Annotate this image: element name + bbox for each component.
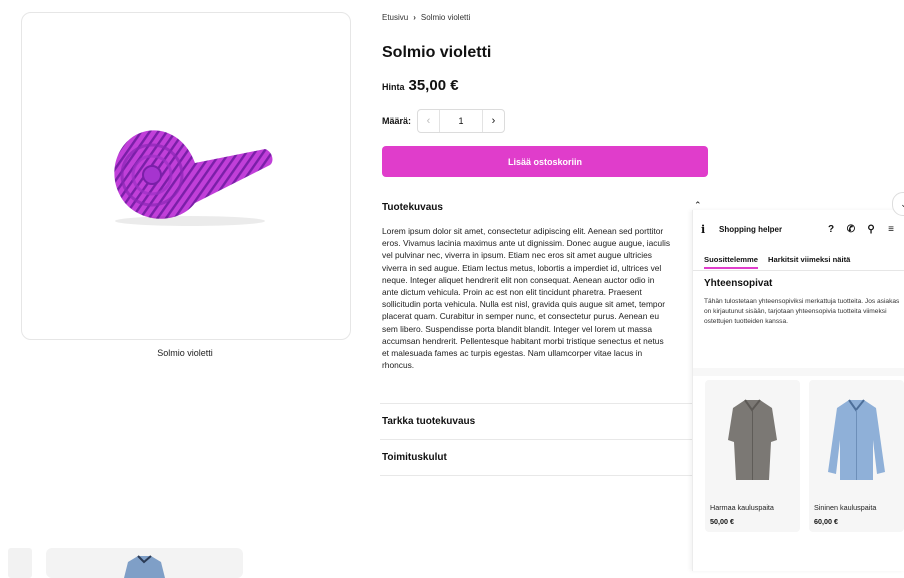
- description-line: Lorem ipsum dolor sit amet, consectetur …: [382, 226, 664, 236]
- product-image-card[interactable]: [21, 12, 351, 340]
- description-line: ante dictum vehicula. Proin ac est non e…: [382, 287, 642, 298]
- description-line: sollicitudin porta vehicula. Nulla est n…: [382, 299, 666, 310]
- section-title: Yhteensopivat: [704, 278, 773, 289]
- breadcrumb-separator: ›: [413, 13, 416, 22]
- shopping-helper-panel: i Shopping helper ? ✆ ⚲ ≡ Suosittelemme …: [692, 210, 904, 571]
- product-price: 60,00 €: [814, 517, 838, 526]
- breadcrumb: Etusivu › Solmio violetti: [382, 13, 470, 22]
- product-description: Lorem ipsum dolor sit amet, consectetur …: [382, 225, 694, 371]
- tab-recommended[interactable]: Suosittelemme: [704, 255, 759, 269]
- thumbnail-prev[interactable]: [8, 548, 32, 578]
- shirt-thumbnail-image: [124, 555, 165, 578]
- breadcrumb-current: Solmio violetti: [420, 13, 471, 22]
- product-name: Sininen kauluspaita: [814, 503, 877, 512]
- quantity-stepper[interactable]: ‹ 1 ›: [417, 109, 506, 133]
- divider: [380, 403, 710, 404]
- section-text: Tähän tulostetaan yhteensopiviksi merkat…: [704, 298, 900, 325]
- info-icon[interactable]: i: [701, 223, 719, 236]
- menu-icon[interactable]: ≡: [881, 224, 901, 235]
- increase-quantity-button[interactable]: ›: [483, 110, 504, 132]
- product-image-tie: [114, 130, 273, 226]
- product-card-blue-shirt[interactable]: Sininen kauluspaita 60,00 €: [809, 380, 904, 532]
- description-line: viverra in sed augue. Etiam lectus metus…: [382, 262, 662, 273]
- grey-shirt-image: [728, 399, 777, 480]
- quantity-label: Määrä:: [382, 116, 412, 126]
- decrease-quantity-button[interactable]: ‹: [418, 110, 439, 132]
- tab-recently-viewed[interactable]: Harkitsit viimeksi näitä: [768, 255, 850, 269]
- price-value: 35,00 €: [408, 77, 459, 94]
- accordion-description-header[interactable]: Tuotekuvaus: [382, 202, 443, 213]
- blue-shirt-image: [828, 399, 885, 480]
- accordion-detailed-header[interactable]: Tarkka tuotekuvaus: [382, 416, 475, 427]
- quantity-input[interactable]: 1: [439, 110, 484, 132]
- description-line: eros. Vivamus lacinia maximus ante ut di…: [382, 238, 671, 249]
- section-separator: [693, 368, 904, 376]
- product-price: Hinta 35,00 €: [382, 77, 459, 94]
- description-line: vel pulvinar nec, viverra in ipsum. Etia…: [382, 250, 652, 261]
- description-line: sem libero. Suspendisse porta blandit bl…: [382, 323, 653, 334]
- divider: [380, 439, 710, 440]
- product-title: Solmio violetti: [382, 44, 492, 61]
- search-icon[interactable]: ⚲: [861, 224, 881, 235]
- quantity-row: Määrä: ‹ 1 ›: [382, 109, 506, 133]
- phone-icon[interactable]: ✆: [841, 224, 861, 235]
- helper-title: Shopping helper: [719, 225, 783, 234]
- description-line: rhoncus.: [382, 360, 415, 371]
- helper-header: i Shopping helper ? ✆ ⚲ ≡: [701, 223, 901, 236]
- product-price: 50,00 €: [710, 517, 734, 526]
- thumbnail-shirt[interactable]: [46, 548, 243, 578]
- description-line: accumsan hendrerit. Pellentesque habitan…: [382, 335, 664, 346]
- tabs-divider: [693, 270, 904, 271]
- divider: [380, 475, 710, 476]
- description-line: neque. Integer aliquet hendrerit elit no…: [382, 274, 655, 285]
- price-label: Hinta: [382, 82, 405, 92]
- product-name: Harmaa kauluspaita: [710, 503, 774, 512]
- product-card-grey-shirt[interactable]: Harmaa kauluspaita 50,00 €: [705, 380, 800, 532]
- image-caption: Solmio violetti: [157, 348, 213, 358]
- helper-tabs: Suosittelemme Harkitsit viimeksi näitä: [704, 255, 850, 269]
- accordion-shipping-header[interactable]: Toimituskulut: [382, 452, 447, 463]
- breadcrumb-home[interactable]: Etusivu: [382, 13, 408, 22]
- help-icon[interactable]: ?: [821, 224, 841, 235]
- description-line: et malesuada fames ac turpis egestas. Na…: [382, 348, 643, 359]
- add-to-cart-button[interactable]: Lisää ostoskoriin: [382, 146, 708, 177]
- description-line: placerat quam. Curabitur in semper nunc,…: [382, 311, 659, 322]
